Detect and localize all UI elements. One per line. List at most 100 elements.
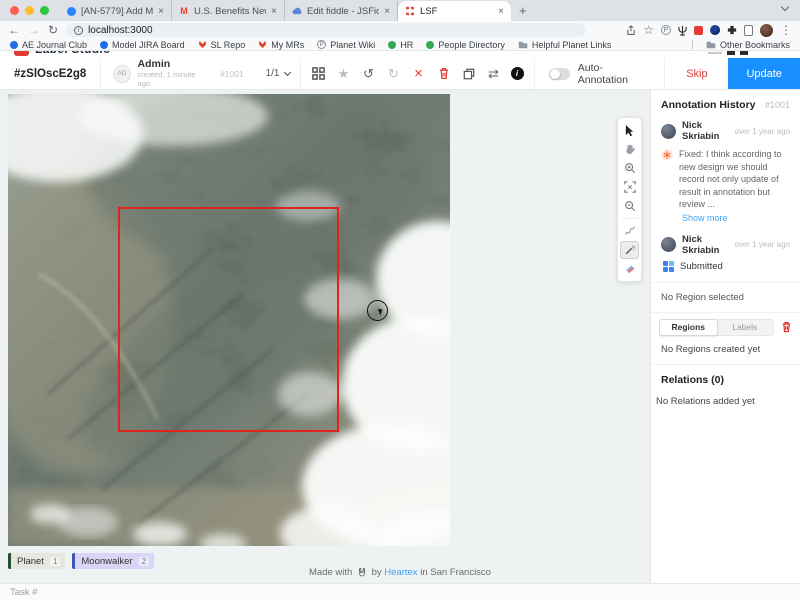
browser-window: [AN-5779] Add Magic Wand fu × M U.S. Ben… — [0, 0, 800, 600]
bookmark-my-mrs[interactable]: My MRs — [258, 40, 304, 50]
header-partial-icons — [708, 51, 748, 55]
extension-p-icon[interactable]: P — [661, 25, 671, 35]
bookmark-star-icon[interactable]: ☆ — [643, 24, 654, 36]
history-entry[interactable]: Nick Skriabin over 1 year ago — [651, 117, 800, 145]
bookmark-jira-board[interactable]: Model JIRA Board — [100, 40, 185, 50]
label-hotkey: 1 — [50, 557, 60, 566]
undo-button[interactable]: ↺ — [361, 66, 377, 82]
extension-red-icon[interactable] — [694, 26, 703, 35]
bookmark-helpful-links[interactable]: Helpful Planet Links — [518, 40, 612, 50]
history-comment: Fixed: I think according to new design w… — [679, 148, 790, 211]
folder-icon — [518, 41, 528, 49]
tool-cursor-ring — [367, 300, 388, 321]
bottom-bar: Task # — [0, 583, 800, 600]
close-tab-icon[interactable]: × — [271, 6, 277, 17]
p-circle-icon: P — [317, 40, 326, 49]
bookmark-planet-wiki[interactable]: PPlanet Wiki — [317, 40, 375, 50]
address-bar[interactable]: i localhost:3000 — [66, 23, 586, 37]
annotation-id: #1001 — [220, 69, 244, 79]
reload-icon[interactable]: ↻ — [48, 24, 58, 36]
annotation-history-title: Annotation History — [661, 99, 756, 111]
chevron-down-icon — [283, 69, 290, 76]
extensions-puzzle-icon[interactable] — [727, 25, 737, 35]
grid-view-button[interactable] — [311, 66, 327, 82]
brush-tool-button[interactable] — [620, 222, 639, 240]
delete-regions-icon[interactable] — [781, 321, 792, 333]
settings-transfer-button[interactable]: ⇄ — [486, 66, 502, 82]
url-text: localhost:3000 — [88, 25, 153, 36]
profile-window-icon[interactable] — [744, 25, 753, 36]
zoom-in-tool-button[interactable] — [620, 159, 639, 177]
annotator-avatar: AD — [113, 65, 130, 83]
gmail-icon: M — [179, 6, 189, 16]
fit-screen-tool-button[interactable] — [620, 178, 639, 196]
extension-navy-icon[interactable] — [710, 25, 720, 35]
show-more-link[interactable]: Show more — [651, 211, 800, 231]
tab-regions[interactable]: Regions — [659, 319, 718, 336]
back-icon[interactable]: ← — [8, 24, 20, 36]
submitted-status: Submitted — [680, 261, 723, 272]
close-window-icon[interactable] — [10, 6, 19, 15]
annotation-sidebar: Annotation History #1001 Nick Skriabin o… — [650, 90, 800, 583]
tab-gmail[interactable]: M U.S. Benefits News - Open En × — [172, 1, 285, 21]
regions-empty-text: No Regions created yet — [651, 342, 800, 364]
tab-search-chevron-icon[interactable] — [782, 0, 800, 21]
skip-button[interactable]: Skip — [664, 58, 728, 89]
annotator-name: Admin — [138, 59, 207, 71]
label-studio-icon — [405, 6, 415, 16]
user-avatar — [661, 237, 676, 252]
minimize-window-icon[interactable] — [25, 6, 34, 15]
labelstudio-logo-icon — [14, 51, 29, 56]
zoom-out-tool-button[interactable] — [620, 197, 639, 215]
heartex-link[interactable]: Heartex — [384, 567, 417, 578]
auto-annotation-toggle[interactable] — [549, 68, 570, 80]
annotator-block[interactable]: AD Admin created, 1 minute ago #1001 — [101, 58, 255, 89]
close-tab-icon[interactable]: × — [498, 6, 504, 17]
history-entry[interactable]: Nick Skriabin over 1 year ago — [651, 231, 800, 259]
tab-strip: [AN-5779] Add Magic Wand fu × M U.S. Ben… — [0, 0, 800, 21]
bookmark-sl-repo[interactable]: SL Repo — [198, 40, 246, 50]
bookmark-people-directory[interactable]: People Directory — [426, 40, 505, 50]
share-icon[interactable] — [626, 25, 636, 36]
forward-icon[interactable]: → — [28, 24, 40, 36]
toolbar-actions: ★ ↺ ↻ × ⇄ i — [301, 58, 534, 89]
reset-button[interactable]: × — [411, 66, 427, 82]
labelstudio-wordmark: Label Studio — [35, 51, 111, 56]
task-id: #zSlOscE2g8 — [0, 58, 101, 89]
site-info-icon[interactable]: i — [74, 26, 83, 35]
magic-wand-tool-button[interactable] — [620, 241, 639, 259]
duplicate-button[interactable] — [461, 66, 477, 82]
redo-button[interactable]: ↻ — [386, 66, 402, 82]
annotation-toolbar: #zSlOscE2g8 AD Admin created, 1 minute a… — [0, 58, 800, 90]
close-tab-icon[interactable]: × — [158, 6, 164, 17]
star-button[interactable]: ★ — [336, 66, 352, 82]
update-button[interactable]: Update — [728, 58, 800, 89]
tab-jsfiddle[interactable]: Edit fiddle - JSFiddle - Code P × — [285, 1, 398, 21]
extension-trident-icon[interactable] — [678, 25, 687, 36]
pan-tool-button[interactable] — [620, 140, 639, 158]
tab-labels[interactable]: Labels — [717, 320, 774, 335]
info-icon[interactable]: i — [511, 67, 524, 80]
window-controls[interactable] — [0, 6, 59, 21]
bookmark-ae-journal[interactable]: AE Journal Club — [10, 40, 87, 50]
other-bookmarks[interactable]: Other Bookmarks — [706, 40, 790, 50]
close-tab-icon[interactable]: × — [384, 6, 390, 17]
bounding-box-region[interactable] — [118, 207, 339, 432]
new-tab-button[interactable]: + — [511, 3, 535, 21]
toolbar-right: Auto-Annotation Skip Update — [534, 58, 800, 89]
tab-jira[interactable]: [AN-5779] Add Magic Wand fu × — [59, 1, 172, 21]
bookmark-icon — [10, 41, 18, 49]
rock-hand-icon — [357, 567, 367, 577]
browser-avatar[interactable] — [760, 24, 773, 37]
bookmark-hr[interactable]: HR — [388, 40, 413, 50]
eraser-tool-button[interactable] — [620, 260, 639, 278]
select-tool-button[interactable] — [620, 121, 639, 139]
annotation-pager[interactable]: 1/1 — [256, 58, 301, 89]
gitlab-icon — [198, 40, 207, 49]
zoom-window-icon[interactable] — [40, 6, 49, 15]
menu-dots-icon[interactable]: ⋮ — [780, 24, 792, 36]
submitted-status-icon — [663, 261, 674, 272]
no-region-selected: No Region selected — [651, 283, 800, 312]
tab-lsf-active[interactable]: LSF × — [398, 1, 511, 21]
delete-annotation-button[interactable] — [436, 66, 452, 82]
